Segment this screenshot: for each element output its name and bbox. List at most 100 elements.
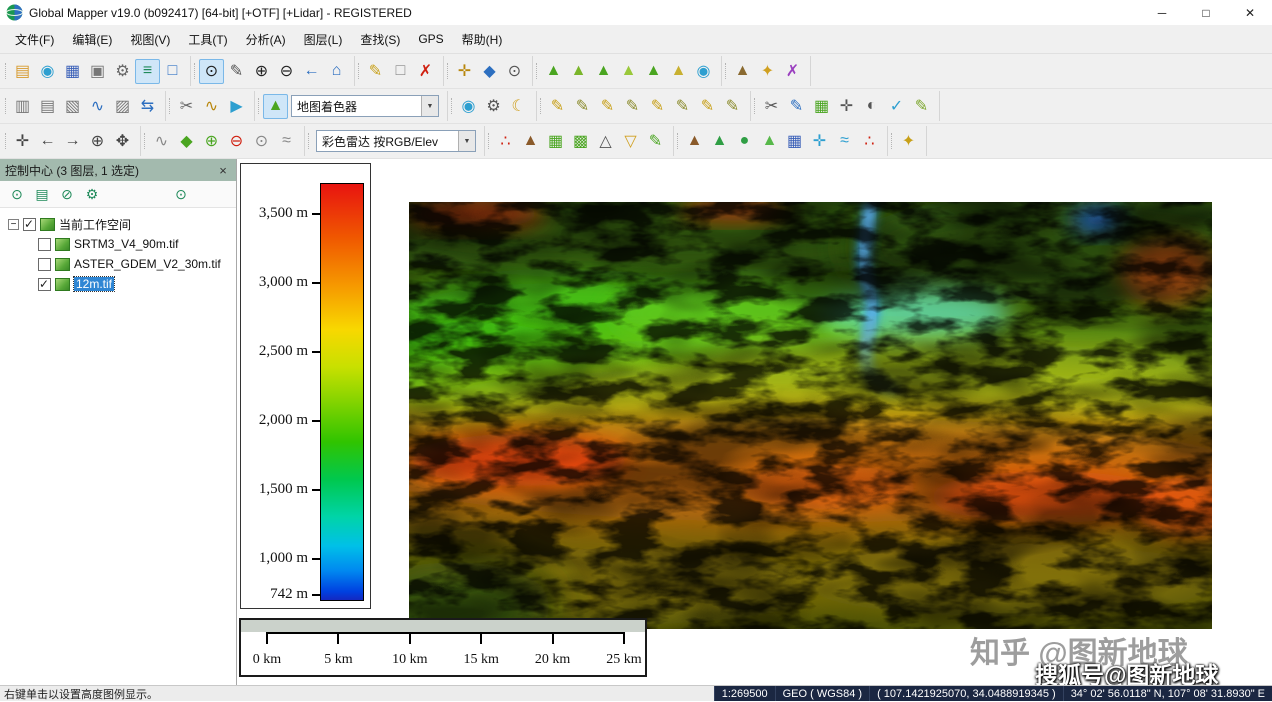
shift-left-icon[interactable]: ← xyxy=(35,129,60,154)
feature-info-icon[interactable]: ◆ xyxy=(477,59,502,84)
zoom-out-icon[interactable]: ⊖ xyxy=(274,59,299,84)
tree-layer-row-2[interactable]: ASTER_GDEM_V2_30m.tif xyxy=(4,254,232,274)
vertex-add-icon[interactable]: ⊕ xyxy=(199,129,224,154)
draw-point-icon[interactable]: ✎ xyxy=(545,94,570,119)
powerline-classify-icon[interactable]: ✛ xyxy=(807,129,832,154)
day-night-mode-icon[interactable]: ☾ xyxy=(506,94,531,119)
link-views-icon[interactable]: ⇆ xyxy=(135,94,160,119)
draw-spline-icon[interactable]: ✎ xyxy=(720,94,745,119)
edit-scissors-icon[interactable]: ✂ xyxy=(759,94,784,119)
zoom-in-icon[interactable]: ⊕ xyxy=(249,59,274,84)
vegetation-classify-icon[interactable]: ▲ xyxy=(707,129,732,154)
view-shed-icon[interactable]: ▲ xyxy=(616,59,641,84)
menu-edit[interactable]: 编辑(E) xyxy=(63,26,121,53)
draw-circle-icon[interactable]: ✎ xyxy=(645,94,670,119)
lidar-ground-icon[interactable]: ▲ xyxy=(518,129,543,154)
cut-profile-icon[interactable]: ✂ xyxy=(174,94,199,119)
map-layout-icon[interactable]: □ xyxy=(160,59,185,84)
open-file-icon[interactable]: ▤ xyxy=(10,59,35,84)
tools-config-icon[interactable]: ⚙ xyxy=(110,59,135,84)
line-tool-icon[interactable]: ∿ xyxy=(149,129,174,154)
drag-pan-icon[interactable]: ✥ xyxy=(110,129,135,154)
vertex-move-icon[interactable]: ◆ xyxy=(174,129,199,154)
point-colorize-icon[interactable]: ∴ xyxy=(857,129,882,154)
elevation-legend[interactable]: 3,500 m 3,000 m 2,500 m 2,000 m 1,500 m 1,000… xyxy=(240,163,371,609)
center-view-icon[interactable]: ⊕ xyxy=(85,129,110,154)
layer-metadata-icon[interactable]: ▤ xyxy=(31,183,53,205)
raster-calculator-icon[interactable]: ▲ xyxy=(666,59,691,84)
map-shader-icon[interactable]: ▲ xyxy=(263,93,288,119)
vertex-delete-icon[interactable]: ⊖ xyxy=(224,129,249,154)
close-analysis-icon[interactable]: ✗ xyxy=(780,59,805,84)
tree-expander-icon[interactable]: − xyxy=(8,218,19,230)
snap-toggle-icon[interactable]: ⊙ xyxy=(249,129,274,154)
zoom-to-layer-icon[interactable]: ⊙ xyxy=(6,183,28,205)
draw-rectangle-icon[interactable]: ✎ xyxy=(620,94,645,119)
layer-checkbox[interactable] xyxy=(38,257,51,271)
elevation-legend-icon[interactable]: ▲ xyxy=(541,59,566,84)
canopy-model-icon[interactable]: ▲ xyxy=(757,129,782,154)
terrain-analysis-icon[interactable]: ▲ xyxy=(591,59,616,84)
search-by-attribute-icon[interactable]: ⊙ xyxy=(502,59,527,84)
layer-checkbox[interactable] xyxy=(38,237,51,251)
shader-combo[interactable]: 地图着色器 ▼ xyxy=(291,95,439,117)
select-features-icon[interactable]: □ xyxy=(388,59,413,84)
draw-text-icon[interactable]: ✎ xyxy=(695,94,720,119)
lidar-edit-icon[interactable]: ✎ xyxy=(643,129,668,154)
quick-analysis-icon[interactable]: ✦ xyxy=(755,59,780,84)
menu-help[interactable]: 帮助(H) xyxy=(453,26,512,53)
tree-root-row[interactable]: − 当前工作空间 xyxy=(4,214,232,234)
draw-range-ring-icon[interactable]: ✎ xyxy=(670,94,695,119)
lidar-combo[interactable]: 彩色雷达 按RGB/Elev ▼ xyxy=(316,130,476,152)
ground-classify-icon[interactable]: ▲ xyxy=(682,129,707,154)
print-map-icon[interactable]: ▣ xyxy=(85,59,110,84)
pan-move-icon[interactable]: ✛ xyxy=(10,129,35,154)
tile-windows-icon[interactable]: ▤ xyxy=(35,94,60,119)
layer-options-icon[interactable]: ⚙ xyxy=(81,183,103,205)
menu-layer[interactable]: 图层(L) xyxy=(295,26,352,53)
panel-close-icon[interactable]: × xyxy=(215,163,231,178)
fly-through-icon[interactable]: ▶ xyxy=(224,94,249,119)
rotate-feature-icon[interactable]: ◐ xyxy=(859,94,884,119)
minimize-button[interactable]: ─ xyxy=(1140,0,1184,25)
zoom-tool-icon[interactable]: ⊙ xyxy=(199,58,224,84)
delete-feature-icon[interactable]: ✗ xyxy=(413,59,438,84)
map-view[interactable]: 3,500 m 3,000 m 2,500 m 2,000 m 1,500 m 1,000… xyxy=(237,159,1272,685)
create-contours-icon[interactable]: ▲ xyxy=(566,59,591,84)
layer-checkbox[interactable] xyxy=(38,277,51,291)
previous-view-icon[interactable]: ← xyxy=(299,59,324,84)
lidar-classify-icon[interactable]: ▩ xyxy=(568,129,593,154)
move-feature-icon[interactable]: ✛ xyxy=(834,94,859,119)
lidar-noise-icon[interactable]: △ xyxy=(593,129,618,154)
full-view-home-icon[interactable]: ⌂ xyxy=(324,59,349,84)
menu-file[interactable]: 文件(F) xyxy=(6,26,63,53)
digitizer-tool-icon[interactable]: ✎ xyxy=(363,59,388,84)
menu-analysis[interactable]: 分析(A) xyxy=(237,26,295,53)
tree-extract-icon[interactable]: ● xyxy=(732,129,757,154)
new-map-window-icon[interactable]: ▥ xyxy=(10,94,35,119)
attribute-editor-icon[interactable]: ✎ xyxy=(784,94,809,119)
menu-gps[interactable]: GPS xyxy=(409,27,452,51)
tree-layer-row-3[interactable]: 12m.tif xyxy=(4,274,232,294)
tree-layer-row-1[interactable]: SRTM3_V4_90m.tif xyxy=(4,234,232,254)
close-button[interactable]: ✕ xyxy=(1228,0,1272,25)
water-classify-icon[interactable]: ≈ xyxy=(832,129,857,154)
menu-search[interactable]: 查找(S) xyxy=(351,26,409,53)
license-key-icon[interactable]: ✦ xyxy=(896,129,921,154)
verify-topology-icon[interactable]: ✓ xyxy=(884,94,909,119)
chevron-down-icon[interactable]: ▼ xyxy=(458,131,475,151)
water-rise-icon[interactable]: ◉ xyxy=(691,59,716,84)
cascade-windows-icon[interactable]: ▧ xyxy=(60,94,85,119)
terrain-3d-view-icon[interactable]: ▲ xyxy=(730,59,755,84)
coordinate-picker-icon[interactable]: ✛ xyxy=(452,59,477,84)
draw-line-icon[interactable]: ✎ xyxy=(570,94,595,119)
workspace-checkbox[interactable] xyxy=(23,217,36,231)
terrain-raster[interactable] xyxy=(339,180,1272,652)
control-center-toggle-icon[interactable]: ≡ xyxy=(135,58,160,84)
create-grid-icon[interactable]: ▦ xyxy=(809,94,834,119)
lidar-points-icon[interactable]: ∴ xyxy=(493,129,518,154)
menu-tools[interactable]: 工具(T) xyxy=(179,26,236,53)
profile-view-icon[interactable]: ∿ xyxy=(85,94,110,119)
edit-vertices-icon[interactable]: ✎ xyxy=(909,94,934,119)
close-selected-layers-icon[interactable]: ⊘ xyxy=(56,183,78,205)
